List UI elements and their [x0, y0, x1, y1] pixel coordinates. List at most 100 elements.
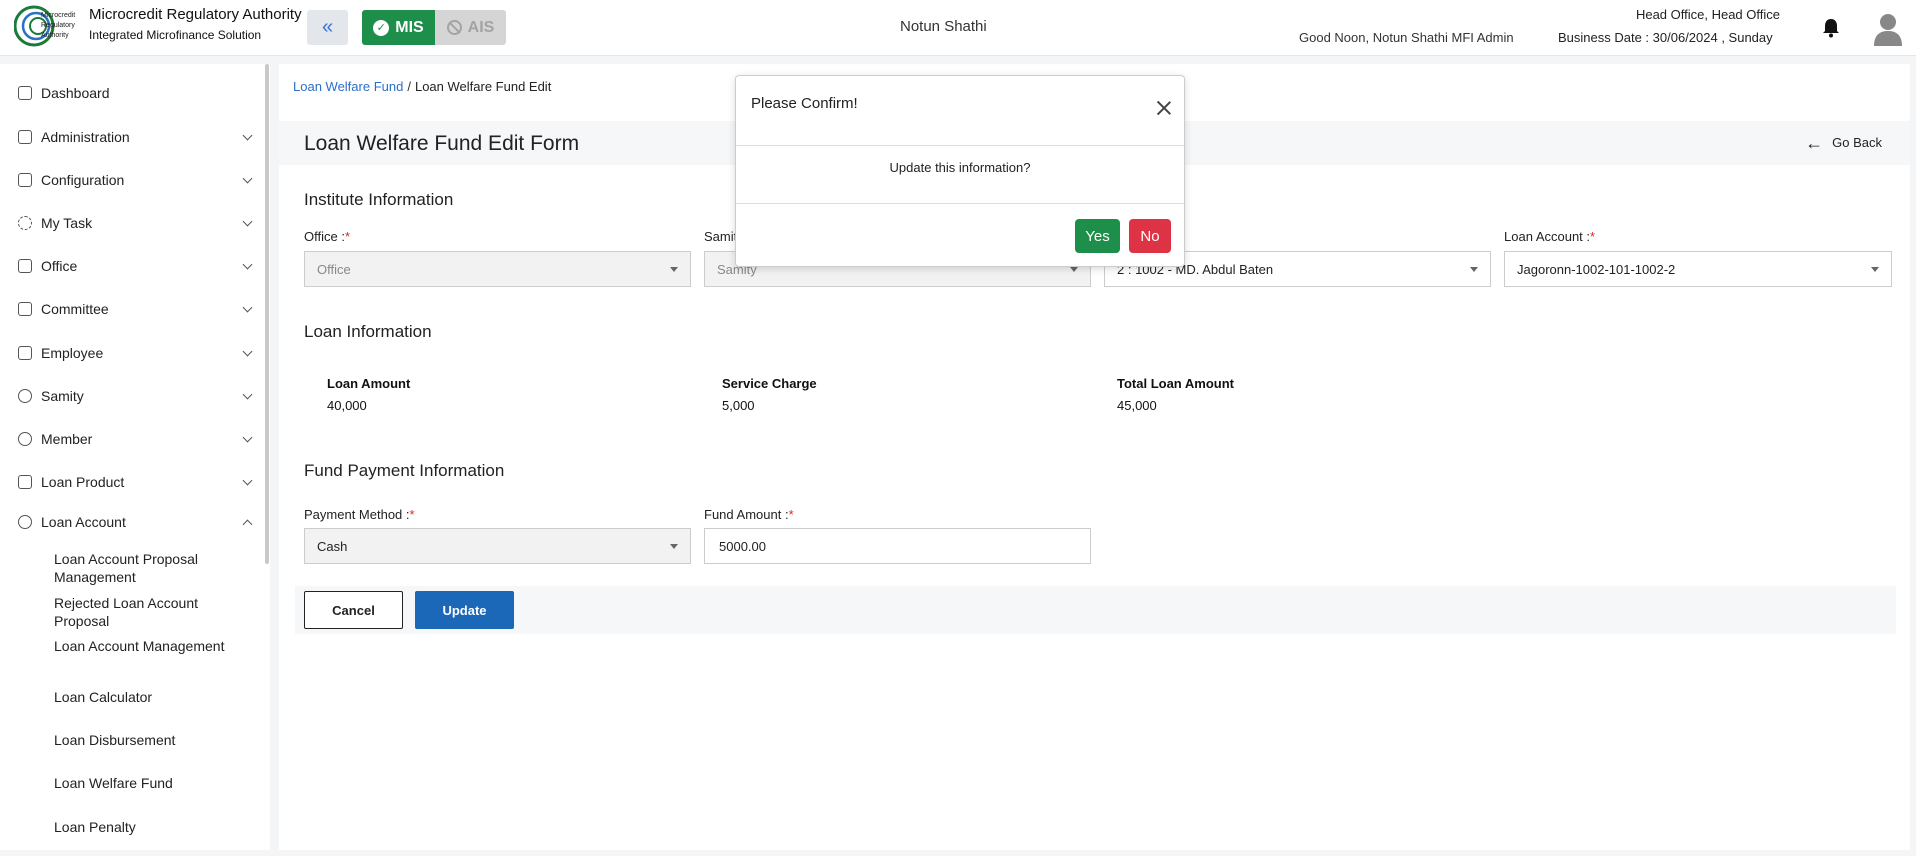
chevron-up-icon [242, 519, 253, 529]
sliders-icon [18, 173, 32, 187]
modal-title: Please Confirm! [751, 95, 858, 112]
service-charge-label: Service Charge [722, 376, 817, 391]
page-title: Loan Welfare Fund Edit Form [304, 132, 580, 155]
svg-text:Microcredit: Microcredit [41, 12, 75, 19]
chevron-down-icon [242, 475, 253, 485]
product-icon [18, 475, 32, 489]
payment-method-label: Payment Method :* [304, 507, 415, 522]
bell-icon[interactable] [1822, 18, 1840, 38]
cancel-button[interactable]: Cancel [304, 591, 403, 629]
go-back-label: Go Back [1832, 135, 1882, 150]
sidebar-item-label: Committee [41, 301, 109, 317]
sidebar-item-configuration[interactable]: Configuration [0, 165, 262, 195]
sidebar-item-office[interactable]: Office [0, 251, 262, 281]
sidebar-item-label: Loan Account [41, 514, 126, 530]
committee-icon [18, 302, 32, 316]
sidebar-item-label: My Task [41, 215, 93, 231]
sidebar-item-label: Configuration [41, 172, 125, 188]
loan-account-select-value: Jagoronn-1002-101-1002-2 [1517, 262, 1676, 277]
payment-method-select[interactable]: Cash [304, 528, 691, 564]
svg-text:Authority: Authority [41, 32, 69, 39]
sidebar-item-committee[interactable]: Committee [0, 294, 262, 324]
mode-switch: ✓ MIS AIS [362, 10, 506, 45]
sidebar-subitem-loan-disbursement[interactable]: Loan Disbursement [54, 731, 254, 749]
sidebar-item-employee[interactable]: Employee [0, 338, 262, 368]
sidebar-item-my-task[interactable]: My Task [0, 208, 262, 238]
sidebar-collapse-button[interactable]: « [307, 10, 348, 45]
breadcrumb-separator: / [407, 79, 411, 94]
office-select-value: Office [317, 262, 351, 277]
organization-title: Notun Shathi [900, 18, 987, 35]
chevron-down-icon [242, 259, 253, 269]
total-loan-amount-value: 45,000 [1117, 398, 1157, 413]
sidebar-subitem-loan-welfare-fund[interactable]: Loan Welfare Fund [54, 774, 254, 792]
chevron-down-icon [242, 173, 253, 183]
sidebar-item-dashboard[interactable]: Dashboard [0, 78, 262, 108]
mra-logo: Microcredit Regulatory Authority [14, 5, 75, 47]
user-greeting: Good Noon, Notun Shathi MFI Admin [1299, 30, 1514, 45]
update-button[interactable]: Update [415, 591, 514, 629]
sidebar-subitem-loan-account-proposal[interactable]: Loan Account Proposal Management [54, 550, 254, 586]
no-button[interactable]: No [1129, 219, 1171, 253]
fund-amount-label: Fund Amount :* [704, 507, 794, 522]
sidebar-subitem-loan-penalty[interactable]: Loan Penalty [54, 818, 254, 836]
sidebar-subitem-loan-calculator[interactable]: Loan Calculator [54, 688, 254, 706]
loan-account-label: Loan Account :* [1504, 229, 1595, 244]
double-chevron-left-icon: « [321, 16, 334, 38]
svg-text:Regulatory: Regulatory [41, 22, 75, 29]
business-date: Business Date : 30/06/2024 , Sunday [1558, 30, 1773, 45]
required-marker: * [1590, 229, 1596, 244]
total-loan-amount-label: Total Loan Amount [1117, 376, 1234, 391]
yes-button[interactable]: Yes [1075, 219, 1120, 253]
breadcrumb-link-loan-welfare-fund[interactable]: Loan Welfare Fund [293, 79, 403, 94]
org-name: Microcredit Regulatory Authority [89, 6, 302, 23]
mis-mode-button[interactable]: ✓ MIS [362, 10, 435, 45]
mis-label: MIS [395, 18, 424, 36]
fund-payment-section-title: Fund Payment Information [304, 461, 505, 480]
office-select[interactable]: Office [304, 251, 691, 287]
modal-message: Update this information? [889, 160, 1031, 175]
user-avatar-icon[interactable] [1873, 12, 1903, 46]
sidebar-item-member[interactable]: Member [0, 424, 262, 454]
office-label: Office :* [304, 229, 350, 244]
sidebar-item-loan-account[interactable]: Loan Account [0, 507, 262, 537]
breadcrumb-current: Loan Welfare Fund Edit [414, 79, 552, 94]
institute-section-title: Institute Information [304, 190, 454, 209]
arrow-left-icon: ← [1805, 132, 1824, 153]
chevron-down-icon [242, 432, 253, 442]
sidebar-item-samity[interactable]: Samity [0, 381, 262, 411]
org-subtitle: Integrated Microfinance Solution [89, 28, 262, 42]
required-marker: * [409, 507, 415, 522]
top-header: Microcredit Regulatory Authority Microcr… [0, 0, 1916, 56]
payment-method-select-value: Cash [317, 539, 348, 554]
payment-method-label-text: Payment Method : [304, 507, 410, 522]
chevron-down-icon [242, 302, 253, 312]
admin-icon [18, 130, 32, 144]
form-action-bar: Cancel Update [295, 586, 1896, 634]
chevron-down-icon [242, 216, 253, 226]
fund-amount-label-text: Fund Amount : [704, 507, 789, 522]
loan-account-select[interactable]: Jagoronn-1002-101-1002-2 [1504, 251, 1892, 287]
close-icon[interactable] [1156, 100, 1172, 116]
building-icon [18, 259, 32, 273]
sidebar-subitem-rejected-proposal[interactable]: Rejected Loan Account Proposal [54, 594, 254, 630]
sidebar-item-loan-product[interactable]: Loan Product [0, 467, 262, 497]
sidebar-scrollbar[interactable] [265, 64, 269, 564]
task-icon [18, 216, 32, 230]
sidebar: Dashboard Administration Configuration M… [0, 64, 270, 850]
sidebar-item-label: Dashboard [41, 85, 110, 101]
group-icon [18, 389, 32, 403]
fund-amount-input[interactable]: 5000.00 [704, 528, 1091, 564]
service-charge-value: 5,000 [722, 398, 755, 413]
sidebar-subitem-loan-account-management[interactable]: Loan Account Management [54, 637, 254, 655]
sidebar-item-label: Member [41, 431, 93, 447]
users-icon [18, 515, 32, 529]
ais-mode-button[interactable]: AIS [435, 10, 506, 45]
loan-amount-label: Loan Amount [327, 376, 411, 391]
sidebar-item-administration[interactable]: Administration [0, 122, 262, 152]
chevron-down-icon [242, 346, 253, 356]
samity-label: Samit [704, 229, 738, 244]
go-back-button[interactable]: ← Go Back [1805, 132, 1882, 153]
ban-icon [446, 20, 462, 35]
loan-info-section-title: Loan Information [304, 322, 432, 341]
